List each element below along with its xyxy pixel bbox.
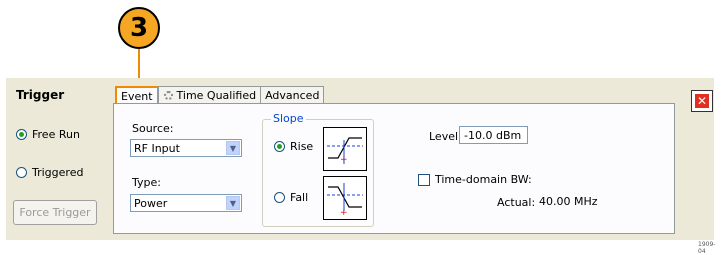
tab-label: Advanced xyxy=(265,88,320,102)
settings-icon xyxy=(163,90,173,100)
radio-label: Free Run xyxy=(32,128,80,141)
slope-title: Slope xyxy=(271,112,306,125)
actual-value: 40.00 MHz xyxy=(539,195,598,208)
force-trigger-button[interactable]: Force Trigger xyxy=(13,200,97,225)
source-value: RF Input xyxy=(134,141,180,155)
chevron-down-icon[interactable]: ▼ xyxy=(226,141,240,155)
time-domain-bw-checkbox[interactable] xyxy=(418,174,430,186)
tab-event[interactable]: Event xyxy=(115,86,159,104)
source-select[interactable]: RF Input ▼ xyxy=(130,139,242,157)
fall-slope-icon: + xyxy=(323,176,367,220)
radio-triggered[interactable]: Triggered xyxy=(16,166,83,179)
tab-bar: Event Time Qualified Advanced xyxy=(115,86,325,104)
radio-label: Rise xyxy=(290,140,314,153)
time-domain-bw-label: Time-domain BW: xyxy=(435,173,532,186)
type-label: Type: xyxy=(132,176,161,189)
level-label: Level: xyxy=(429,130,462,143)
type-select[interactable]: Power ▼ xyxy=(130,194,242,212)
tab-advanced[interactable]: Advanced xyxy=(260,86,325,103)
radio-button[interactable] xyxy=(16,167,27,178)
close-icon: ✕ xyxy=(695,94,709,108)
svg-text:+: + xyxy=(340,208,348,218)
radio-button[interactable] xyxy=(274,141,285,152)
chevron-down-icon[interactable]: ▼ xyxy=(226,196,240,210)
actual-label: Actual: xyxy=(497,196,536,209)
radio-button[interactable] xyxy=(274,192,285,203)
svg-text:+: + xyxy=(340,155,348,165)
panel-title: Trigger xyxy=(16,88,65,102)
radio-button[interactable] xyxy=(16,129,27,140)
rise-slope-icon: + xyxy=(323,127,367,171)
source-label: Source: xyxy=(132,122,174,135)
level-input[interactable]: -10.0 dBm xyxy=(459,126,528,144)
radio-rise[interactable]: Rise xyxy=(274,140,313,153)
tab-label: Time Qualified xyxy=(176,88,257,102)
close-button[interactable]: ✕ xyxy=(691,90,713,112)
event-tab-content xyxy=(113,103,675,234)
figure-number: 1909-04 xyxy=(698,241,716,255)
radio-free-run[interactable]: Free Run xyxy=(16,128,80,141)
radio-label: Triggered xyxy=(32,166,84,179)
radio-label: Fall xyxy=(290,191,309,204)
tab-time-qualified[interactable]: Time Qualified xyxy=(157,86,262,103)
type-value: Power xyxy=(134,196,168,210)
tab-label: Event xyxy=(121,89,153,103)
callout-number: 3 xyxy=(118,7,160,49)
radio-fall[interactable]: Fall xyxy=(274,191,308,204)
